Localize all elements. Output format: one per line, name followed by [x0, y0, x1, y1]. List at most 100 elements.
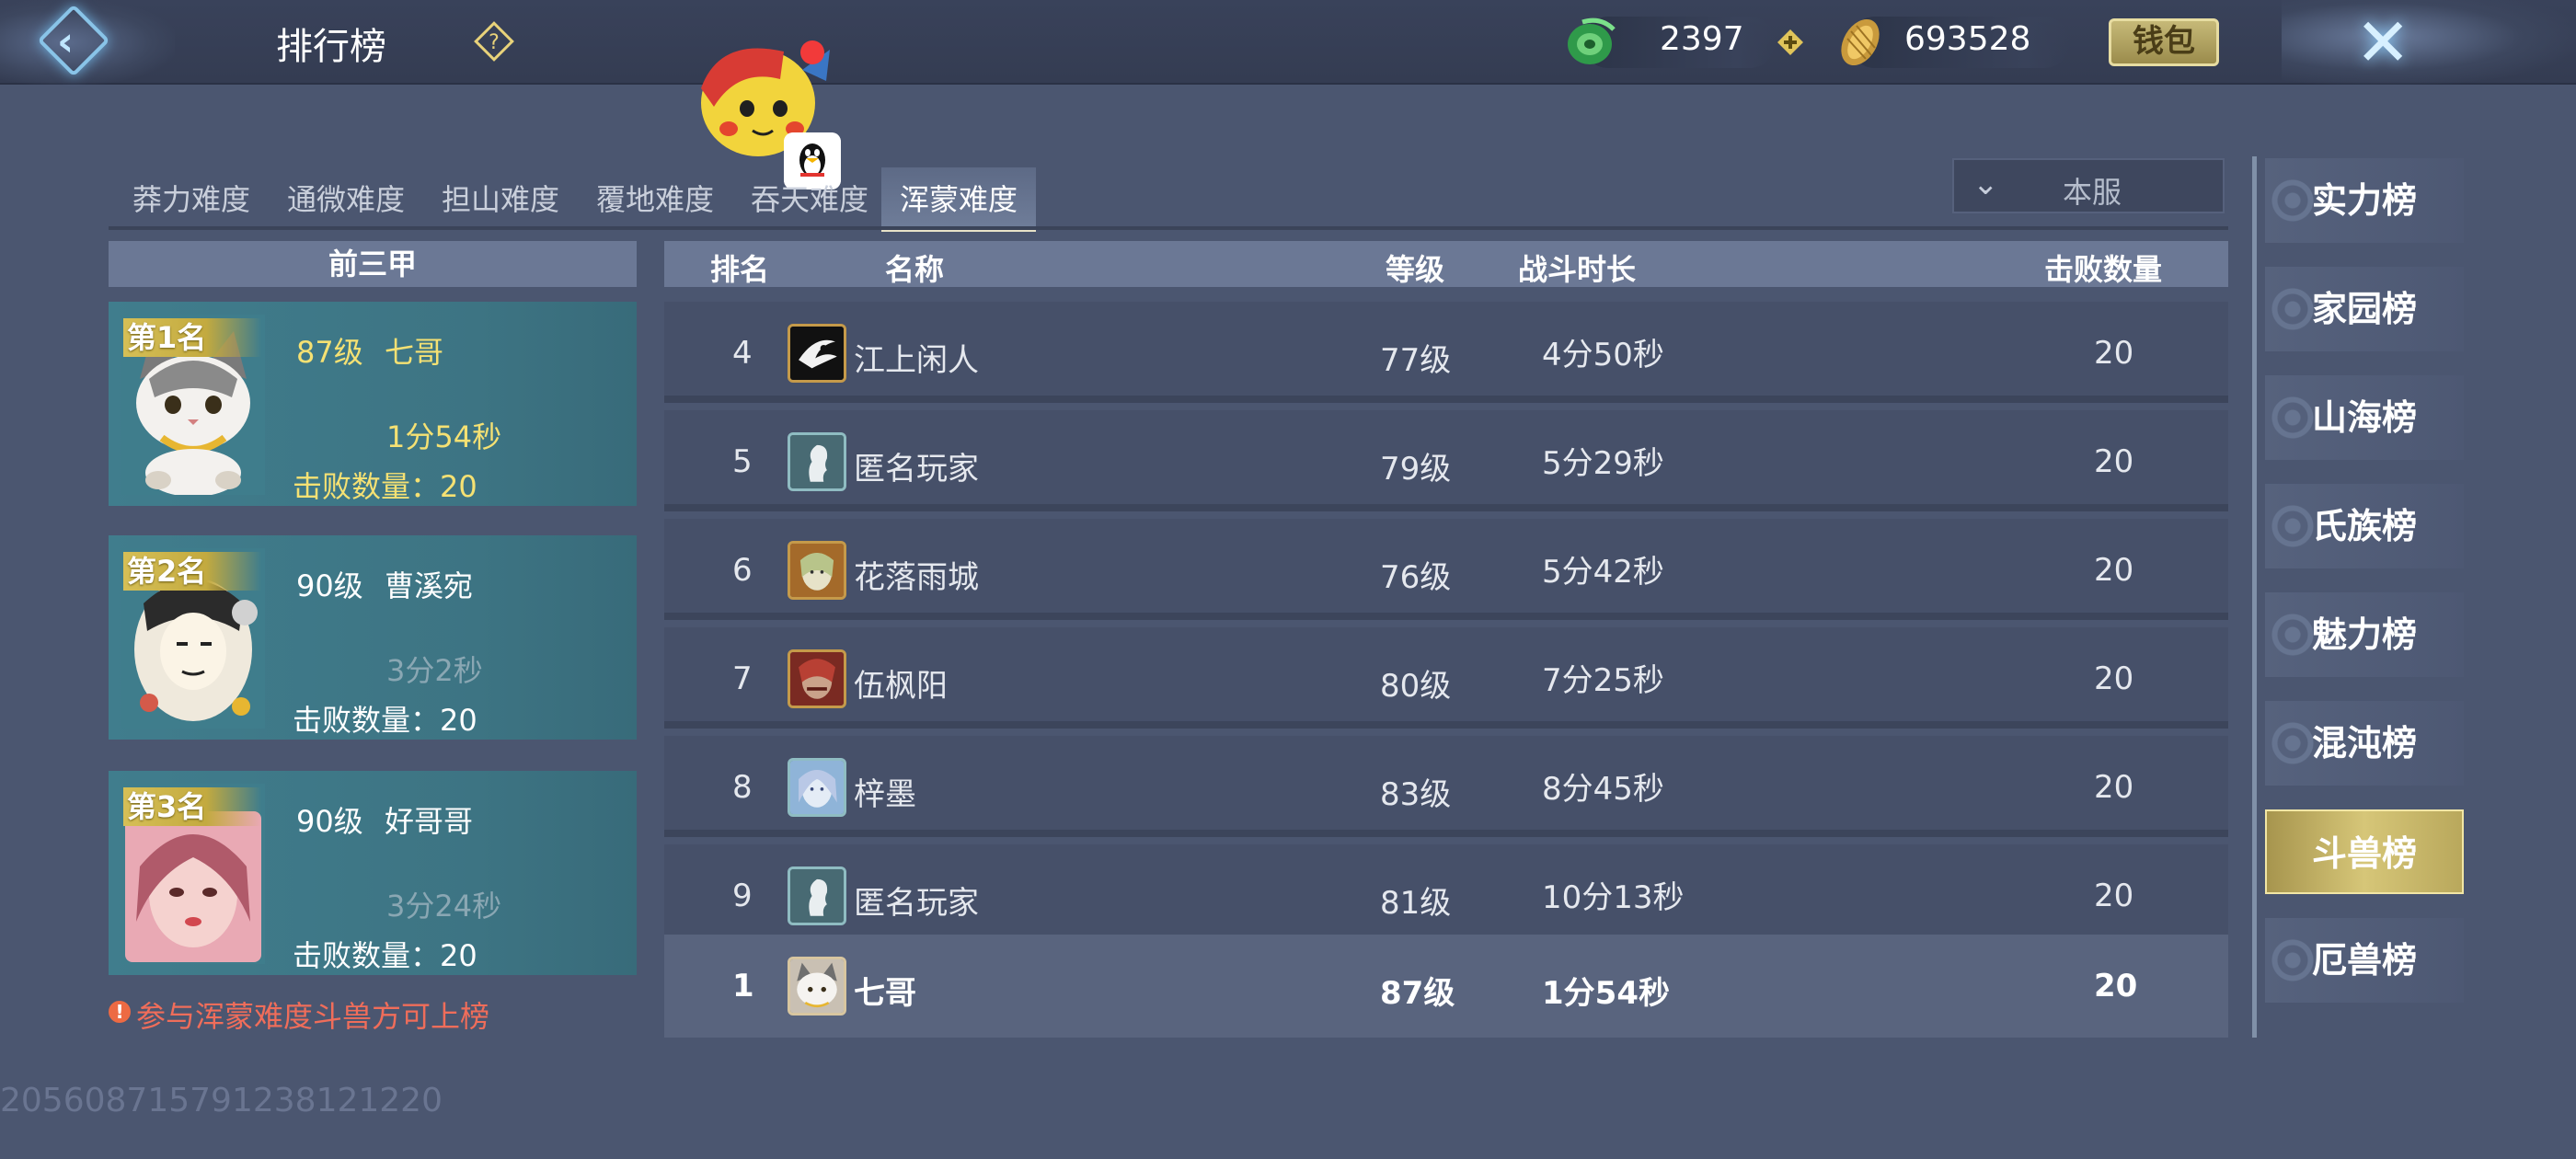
col-name-header: 名称	[885, 252, 945, 287]
name-cell: 匿名玩家	[854, 885, 979, 922]
player-uid: 2056087157912381212​20	[0, 1082, 443, 1119]
table-row[interactable]: 5 匿名玩家 79级 5分29秒 20	[664, 410, 2228, 511]
top-card-1[interactable]: 第1名 87级 七哥 1分54秒 击败数量：20	[109, 302, 637, 506]
side-tab-label: 实力榜	[2311, 180, 2417, 221]
notification-dot	[800, 40, 824, 64]
side-tab-shanhai[interactable]: 山海榜	[2265, 375, 2464, 460]
anonymous-avatar	[788, 866, 846, 925]
kills-cell: 20	[2094, 443, 2134, 480]
table-row[interactable]: 7 伍枫阳 80级 7分25秒 20	[664, 627, 2228, 729]
top-card-3[interactable]: 第3名 90级 好哥哥 3分24秒 击败数量：20	[109, 771, 637, 975]
tab-manli[interactable]: 莽力难度	[118, 167, 265, 232]
rank-cell: 1	[732, 968, 754, 1004]
kills-cell: 20	[2094, 660, 2134, 697]
rank-cell: 7	[732, 660, 753, 697]
side-tab-label: 厄兽榜	[2311, 940, 2417, 981]
player-level: 90级	[296, 804, 363, 839]
side-divider	[2252, 156, 2257, 1038]
tab-tongwei[interactable]: 通微难度	[272, 167, 420, 232]
tabs-divider	[109, 226, 2228, 230]
side-tab-chaos[interactable]: 混沌榜	[2265, 701, 2464, 786]
top-bar: ‹ 排行榜 ? 2397 693528 钱包 ✕	[0, 0, 2576, 85]
tab-tuntian[interactable]: 吞天难度	[736, 167, 883, 232]
rank-cell: 6	[732, 552, 753, 589]
rank-ribbon: 第3名	[123, 787, 261, 826]
gold-ingot-icon	[1841, 18, 1880, 66]
rank-cell: 9	[732, 878, 753, 914]
tab-fudi[interactable]: 覆地难度	[581, 167, 729, 232]
warrior-avatar	[788, 649, 846, 708]
level-cell: 80级	[1380, 668, 1452, 705]
side-tab-fierce-beast[interactable]: 厄兽榜	[2265, 918, 2464, 1003]
back-button[interactable]: ‹	[0, 0, 175, 85]
warning-icon: !	[109, 1001, 131, 1023]
battle-time: 3分24秒	[386, 889, 502, 924]
kill-count: 击败数量：20	[293, 469, 477, 504]
side-tab-beast-fight[interactable]: 斗兽榜	[2265, 809, 2464, 894]
side-tab-label: 山海榜	[2311, 397, 2417, 438]
side-tab-clan[interactable]: 氏族榜	[2265, 484, 2464, 568]
jade-amount: 2397	[1660, 20, 1744, 58]
close-button[interactable]: ✕	[2282, 0, 2576, 85]
rank-ribbon: 第2名	[123, 552, 261, 591]
tab-danshan[interactable]: 担山难度	[427, 167, 574, 232]
duration-cell: 8分45秒	[1542, 771, 1664, 808]
table-row[interactable]: 4 江上闲人 77级 4分50秒 20	[664, 302, 2228, 403]
side-tab-charm[interactable]: 魅力榜	[2265, 592, 2464, 677]
player-name: 七哥	[385, 335, 444, 370]
battle-time: 1分54秒	[386, 419, 502, 454]
level-cell: 76级	[1380, 559, 1452, 596]
kill-count: 击败数量：20	[293, 938, 477, 973]
level-cell: 83级	[1380, 776, 1452, 813]
server-dropdown[interactable]: ⌄ 本服	[1952, 158, 2225, 213]
duration-cell: 1分54秒	[1542, 975, 1670, 1012]
close-icon: ✕	[2355, 4, 2411, 81]
gold-amount: 693528	[1904, 20, 2031, 58]
table-row[interactable]: 6 花落雨城 76级 5分42秒 20	[664, 519, 2228, 620]
my-rank-row[interactable]: 1 七哥 87级 1分54秒 20	[664, 935, 2228, 1038]
notice-text: 参与浑蒙难度斗兽方可上榜	[136, 999, 490, 1034]
side-tab-home[interactable]: 家园榜	[2265, 267, 2464, 351]
side-tab-strength[interactable]: 实力榜	[2265, 158, 2464, 243]
ink-crane-avatar	[788, 324, 846, 383]
col-level-header: 等级	[1386, 252, 1445, 287]
help-icon[interactable]: ?	[473, 20, 515, 63]
rank-ribbon: 第1名	[123, 318, 261, 357]
name-cell: 七哥	[854, 975, 916, 1012]
level-cell: 87级	[1380, 975, 1455, 1012]
side-tab-label: 混沌榜	[2311, 723, 2417, 763]
top-card-2[interactable]: 第2名 90级 曹溪宛 3分2秒 击败数量：20	[109, 535, 637, 740]
name-cell: 花落雨城	[854, 559, 979, 596]
duration-cell: 7分25秒	[1542, 662, 1664, 699]
duration-cell: 4分50秒	[1542, 337, 1664, 373]
add-currency-icon[interactable]	[1776, 28, 1805, 57]
server-dropdown-value: 本服	[2063, 175, 2122, 210]
chevron-down-icon: ⌄	[1972, 166, 1999, 202]
kill-count: 击败数量：20	[293, 703, 477, 738]
side-tab-label: 氏族榜	[2311, 506, 2417, 546]
duration-cell: 5分29秒	[1542, 445, 1664, 482]
battle-time: 3分2秒	[386, 653, 483, 688]
tab-hunmeng[interactable]: 浑蒙难度	[881, 167, 1036, 232]
rank-cell: 8	[732, 769, 753, 806]
jade-coin-icon	[1568, 17, 1616, 64]
table-row[interactable]: 8 梓墨 83级 8分45秒 20	[664, 736, 2228, 837]
kills-cell: 20	[2094, 552, 2134, 589]
wallet-button[interactable]: 钱包	[2109, 18, 2219, 66]
kills-cell: 20	[2094, 335, 2134, 372]
name-cell: 伍枫阳	[854, 668, 948, 705]
player-name: 曹溪宛	[385, 568, 474, 603]
chevron-left-icon: ‹	[57, 18, 75, 65]
table-row[interactable]: 9 匿名玩家 81级 10分13秒 20	[664, 844, 2228, 946]
level-cell: 79级	[1380, 451, 1452, 488]
difficulty-tabs: 莽力难度 通微难度 担山难度 覆地难度 吞天难度 浑蒙难度	[109, 156, 2228, 234]
col-duration-header: 战斗时长	[1518, 252, 1637, 287]
top3-header: 前三甲	[109, 241, 637, 287]
level-cell: 77级	[1380, 342, 1452, 379]
col-rank-header: 排名	[710, 252, 770, 287]
player-name: 好哥哥	[385, 804, 474, 839]
ice-avatar	[788, 758, 846, 817]
col-kills-header: 击败数量	[2044, 252, 2163, 287]
kills-cell: 20	[2094, 878, 2134, 914]
elf-avatar	[788, 541, 846, 600]
